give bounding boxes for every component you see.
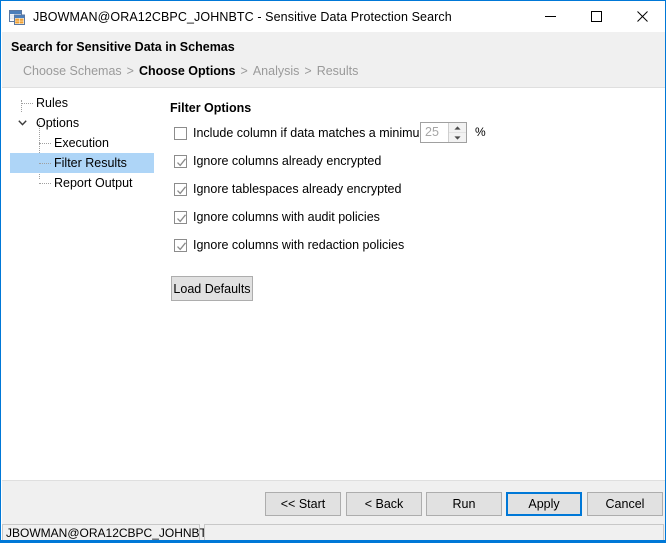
spinner-value[interactable]: 25 [421, 123, 448, 142]
checkbox-label: Ignore columns already encrypted [193, 154, 382, 168]
page-title: Search for Sensitive Data in Schemas [11, 40, 235, 54]
breadcrumb-item-analysis[interactable]: Analysis [253, 64, 300, 78]
tree-connector [39, 163, 51, 165]
breadcrumb-item-choose-schemas[interactable]: Choose Schemas [23, 64, 122, 78]
application-window: JBOWMAN@ORA12CBPC_JOHNBTC - Sensitive Da… [0, 0, 666, 543]
tree-item-execution[interactable]: Execution [2, 133, 162, 153]
checkbox-ignore-encrypted-tablespaces[interactable] [174, 182, 187, 196]
tree-item-rules[interactable]: Rules [2, 93, 162, 113]
tree-item-label: Rules [36, 96, 68, 110]
window-bottom-accent [1, 540, 665, 542]
checkbox-row-ignore-redaction-policies[interactable]: Ignore columns with redaction policies [174, 236, 404, 254]
filter-options-panel: Filter Options Include column if data ma… [162, 88, 665, 480]
checkbox-label: Ignore columns with audit policies [193, 210, 380, 224]
tree-connector [21, 103, 33, 105]
checkbox-row-ignore-audit-policies[interactable]: Ignore columns with audit policies [174, 208, 380, 226]
checkbox-row-ignore-encrypted-columns[interactable]: Ignore columns already encrypted [174, 152, 381, 170]
minimum-match-spinner[interactable]: 25 [420, 122, 467, 143]
tree-item-label: Filter Results [54, 156, 127, 170]
tree-item-label: Execution [54, 136, 109, 150]
checkbox-label: Ignore tablespaces already encrypted [193, 182, 402, 196]
navigation-tree: Rules Options Execution Filter Results R… [2, 88, 162, 480]
load-defaults-button[interactable]: Load Defaults [171, 276, 253, 301]
tree-item-label: Options [36, 116, 80, 130]
title-bar[interactable]: JBOWMAN@ORA12CBPC_JOHNBTC - Sensitive Da… [1, 1, 665, 32]
breadcrumb-item-choose-options[interactable]: Choose Options [139, 64, 236, 78]
checkbox-ignore-redaction-policies[interactable] [174, 238, 187, 252]
tree-connector [39, 143, 51, 145]
chevron-down-icon[interactable] [14, 113, 30, 133]
checkbox-include-column-minimum[interactable] [174, 126, 187, 140]
breadcrumb-separator: > [126, 64, 134, 78]
dialog-button-bar: << Start < Back Run Apply Cancel [2, 480, 665, 523]
minimize-button[interactable] [527, 1, 573, 32]
spinner-decrement-icon[interactable] [449, 133, 466, 142]
cancel-button[interactable]: Cancel [587, 492, 663, 516]
start-button[interactable]: << Start [265, 492, 341, 516]
checkbox-label: Include column if data matches a minimum… [193, 126, 444, 140]
apply-button[interactable]: Apply [506, 492, 582, 516]
window-title: JBOWMAN@ORA12CBPC_JOHNBTC - Sensitive Da… [33, 9, 452, 24]
section-title: Filter Options [170, 101, 252, 115]
breadcrumb: Choose Schemas > Choose Options > Analys… [23, 64, 358, 78]
run-button[interactable]: Run [426, 492, 502, 516]
checkbox-ignore-encrypted-columns[interactable] [174, 154, 187, 168]
breadcrumb-item-results[interactable]: Results [317, 64, 359, 78]
spinner-increment-icon[interactable] [449, 123, 466, 133]
body-area: Rules Options Execution Filter Results R… [2, 88, 665, 480]
back-button[interactable]: < Back [346, 492, 422, 516]
tree-item-report-output[interactable]: Report Output [2, 173, 162, 193]
checkbox-label: Ignore columns with redaction policies [193, 238, 405, 252]
percent-label: % [475, 125, 486, 139]
checkbox-row-ignore-encrypted-tablespaces[interactable]: Ignore tablespaces already encrypted [174, 180, 401, 198]
wizard-header: Search for Sensitive Data in Schemas Cho… [2, 32, 665, 88]
tree-connector [39, 183, 51, 185]
checkbox-row-include-column-minimum[interactable]: Include column if data matches a minimum… [174, 124, 444, 142]
tree-item-options[interactable]: Options [2, 113, 162, 133]
maximize-button[interactable] [573, 1, 619, 32]
breadcrumb-separator: > [304, 64, 312, 78]
database-table-icon [9, 9, 25, 25]
spinner-buttons[interactable] [448, 123, 466, 142]
breadcrumb-separator: > [240, 64, 248, 78]
tree-item-filter-results[interactable]: Filter Results [2, 153, 162, 173]
window-controls [527, 1, 665, 32]
checkbox-ignore-audit-policies[interactable] [174, 210, 187, 224]
close-button[interactable] [619, 1, 665, 32]
tree-item-label: Report Output [54, 176, 133, 190]
